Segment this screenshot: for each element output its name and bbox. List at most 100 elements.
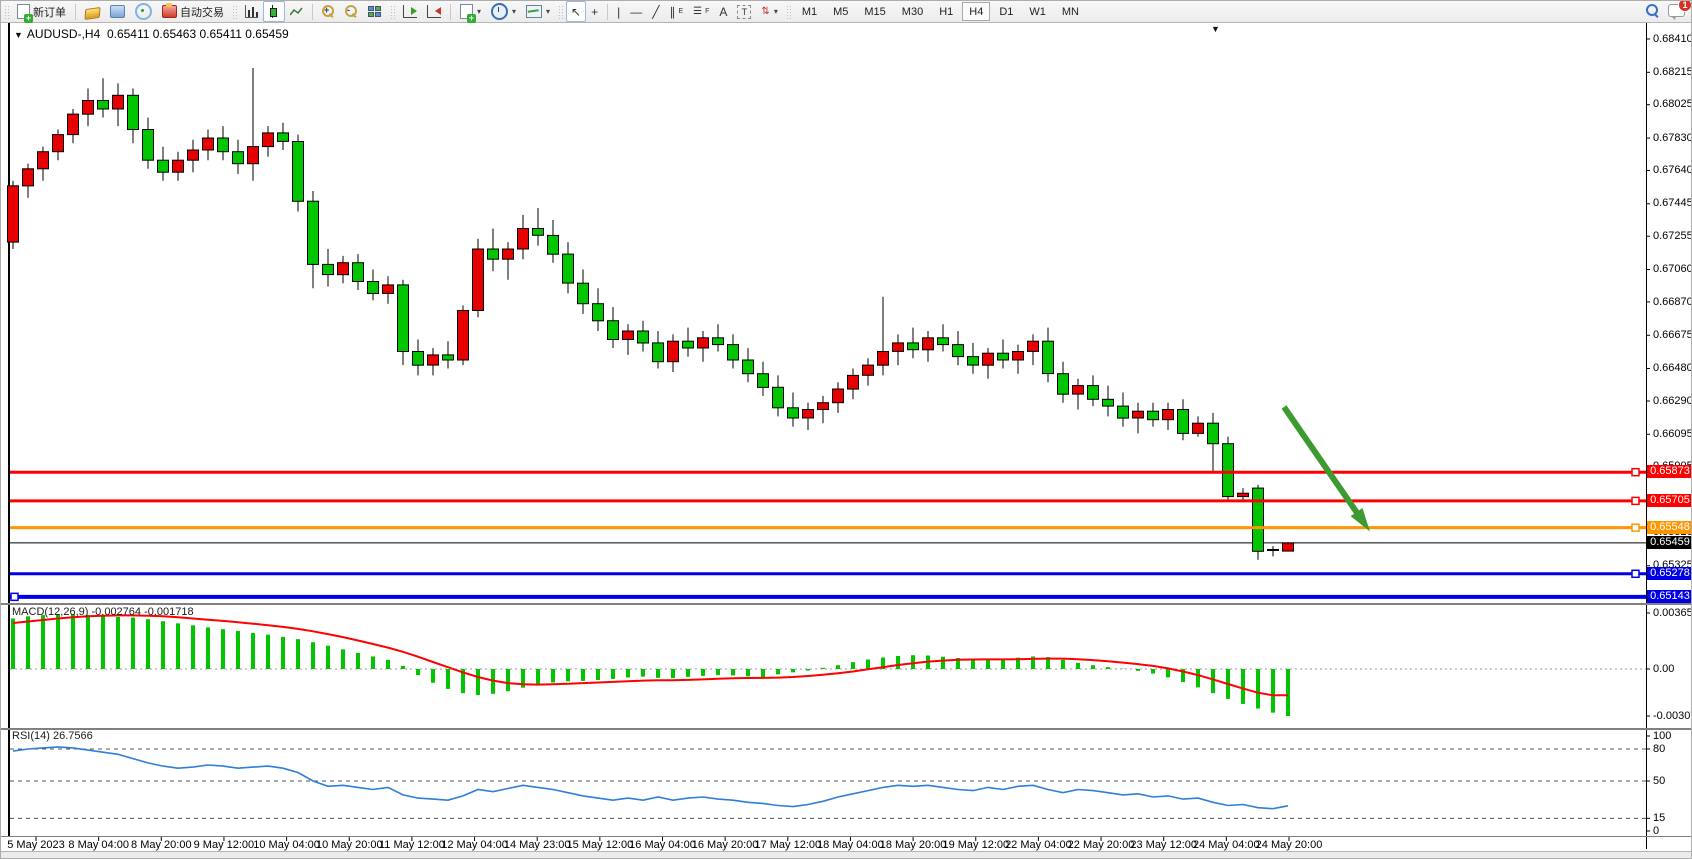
candle-body[interactable] [398, 285, 409, 352]
candle-body[interactable] [593, 304, 604, 321]
candle-body[interactable] [338, 263, 349, 275]
candle-body[interactable] [518, 229, 529, 250]
chart-symbol-period: AUDUSD-,H4 [27, 27, 100, 41]
candle-body[interactable] [98, 101, 109, 110]
candle-body[interactable] [563, 254, 574, 283]
candle-body[interactable] [1208, 423, 1219, 444]
candle-body[interactable] [263, 133, 274, 147]
line-drag-handle[interactable] [1632, 497, 1639, 504]
candle-body[interactable] [38, 152, 49, 169]
candle-body[interactable] [143, 130, 154, 161]
candle-body[interactable] [113, 95, 124, 109]
candle-body[interactable] [683, 341, 694, 348]
candle-body[interactable] [548, 235, 559, 254]
candle-body[interactable] [278, 133, 289, 142]
candle-body[interactable] [188, 150, 199, 160]
candle-body[interactable] [908, 343, 919, 350]
candle-body[interactable] [953, 345, 964, 357]
candle-body[interactable] [533, 229, 544, 236]
candle-body[interactable] [1163, 410, 1174, 420]
candle-body[interactable] [1193, 423, 1204, 433]
candle-body[interactable] [1283, 543, 1294, 551]
candle-body[interactable] [488, 249, 499, 259]
candle-body[interactable] [608, 321, 619, 340]
candle-body[interactable] [788, 408, 799, 418]
candle-body[interactable] [653, 343, 664, 362]
candle-body[interactable] [68, 114, 79, 135]
candle-body[interactable] [923, 338, 934, 350]
candle-body[interactable] [803, 410, 814, 419]
candle-body[interactable] [1253, 488, 1264, 551]
candle-body[interactable] [728, 345, 739, 360]
collapse-icon[interactable]: ▼ [14, 30, 23, 40]
line-drag-handle[interactable] [1632, 524, 1639, 531]
line-drag-handle[interactable] [1632, 469, 1639, 476]
candle-body[interactable] [773, 387, 784, 408]
price-line-tag: 0.65278 [1647, 567, 1692, 580]
candle-body[interactable] [1058, 374, 1069, 395]
candle-body[interactable] [623, 331, 634, 340]
candle-body[interactable] [863, 365, 874, 375]
candle-body[interactable] [1268, 550, 1279, 551]
candle-body[interactable] [353, 263, 364, 282]
candle-body[interactable] [668, 341, 679, 362]
candle-body[interactable] [1178, 410, 1189, 434]
price-line-tag: 0.65143 [1647, 590, 1692, 603]
candle-body[interactable] [293, 142, 304, 202]
rsi-line [13, 747, 1288, 809]
bottom-scroll-strip[interactable] [1, 851, 1692, 859]
candle-body[interactable] [443, 355, 454, 360]
candle-body[interactable] [1148, 411, 1159, 420]
candle-body[interactable] [743, 360, 754, 374]
line-drag-handle[interactable] [11, 593, 18, 600]
candle-body[interactable] [368, 282, 379, 294]
candle-body[interactable] [1118, 406, 1129, 418]
candle-body[interactable] [83, 101, 94, 115]
candle-body[interactable] [578, 283, 589, 304]
candle-body[interactable] [248, 147, 259, 164]
candle-body[interactable] [893, 343, 904, 352]
candle-body[interactable] [128, 95, 139, 129]
candle-body[interactable] [1043, 341, 1054, 373]
candle-body[interactable] [878, 352, 889, 366]
candle-body[interactable] [203, 138, 214, 150]
candle-body[interactable] [1133, 411, 1144, 418]
candle-body[interactable] [1238, 493, 1249, 496]
candle-body[interactable] [23, 169, 34, 186]
candle-body[interactable] [833, 389, 844, 403]
candle-body[interactable] [1103, 399, 1114, 406]
candle-body[interactable] [1088, 386, 1099, 400]
candle-body[interactable] [173, 160, 184, 172]
candle-body[interactable] [938, 338, 949, 345]
candle-body[interactable] [698, 338, 709, 348]
candle-body[interactable] [848, 375, 859, 389]
candle-body[interactable] [218, 138, 229, 152]
candle-body[interactable] [1028, 341, 1039, 351]
candle-body[interactable] [8, 186, 19, 242]
candle-body[interactable] [818, 403, 829, 410]
candle-body[interactable] [758, 374, 769, 388]
candle-body[interactable] [638, 331, 649, 343]
trend-arrow-annotation[interactable] [1284, 407, 1362, 520]
candle-body[interactable] [53, 135, 64, 152]
candle-body[interactable] [383, 285, 394, 294]
candle-body[interactable] [713, 338, 724, 345]
candle-body[interactable] [1223, 444, 1234, 497]
candle-body[interactable] [413, 352, 424, 366]
candle-body[interactable] [1013, 352, 1024, 361]
candle-body[interactable] [158, 160, 169, 172]
line-drag-handle[interactable] [1632, 570, 1639, 577]
candle-body[interactable] [323, 264, 334, 274]
candle-body[interactable] [308, 201, 319, 264]
candle-body[interactable] [1073, 386, 1084, 395]
candle-body[interactable] [458, 311, 469, 361]
chart-canvas[interactable] [1, 1, 1692, 851]
candle-body[interactable] [968, 357, 979, 366]
candle-body[interactable] [233, 152, 244, 164]
candle-body[interactable] [503, 249, 514, 259]
candle-body[interactable] [428, 355, 439, 365]
candle-body[interactable] [473, 249, 484, 311]
candle-body[interactable] [983, 353, 994, 365]
chart-shift-marker[interactable]: ▼ [1211, 24, 1220, 34]
candle-body[interactable] [998, 353, 1009, 360]
